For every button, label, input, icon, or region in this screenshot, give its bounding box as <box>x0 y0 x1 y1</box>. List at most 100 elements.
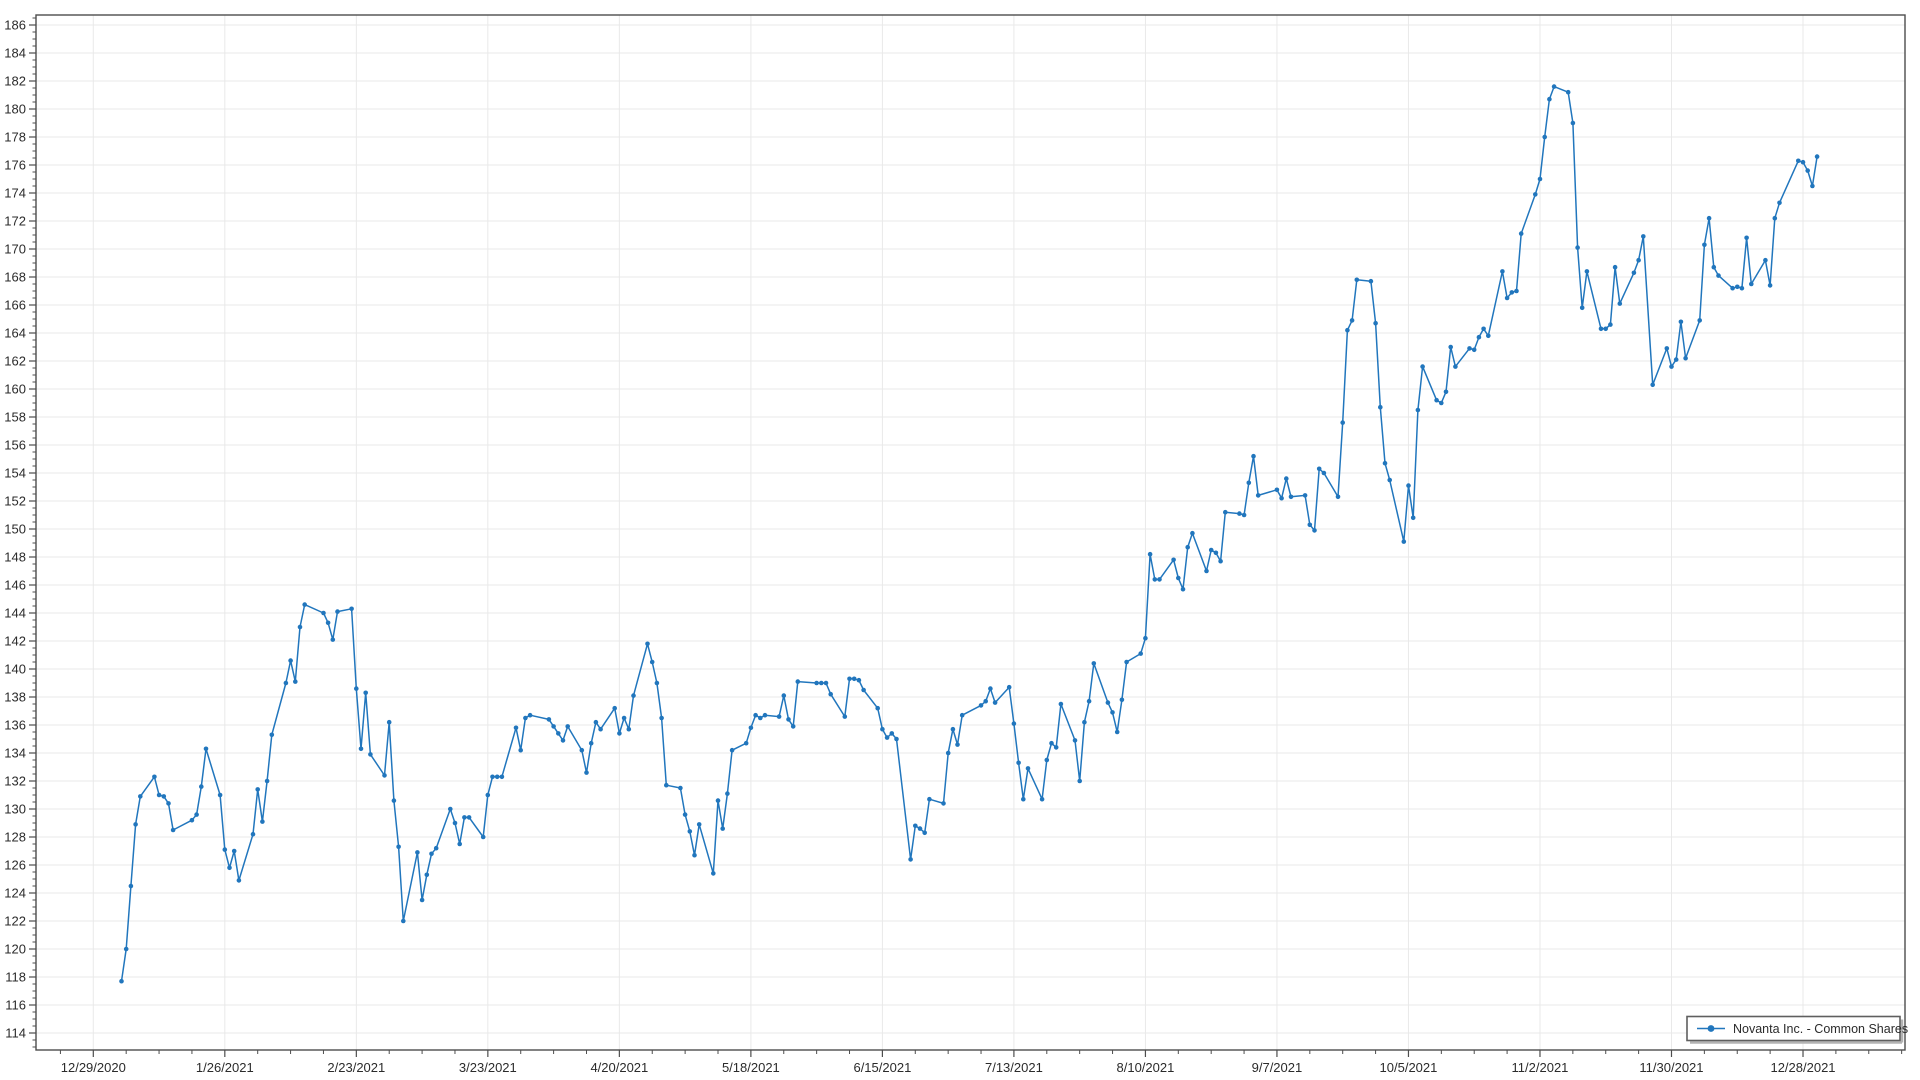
data-point-marker <box>194 812 199 817</box>
data-point-marker <box>791 724 796 729</box>
data-point-marker <box>551 724 556 729</box>
x-tick-label: 6/15/2021 <box>853 1060 911 1075</box>
data-point-marker <box>598 727 603 732</box>
data-point-marker <box>960 713 965 718</box>
data-point-marker <box>359 747 364 752</box>
legend[interactable]: Novanta Inc. - Common Shares <box>1687 1017 1908 1043</box>
data-point-marker <box>1566 90 1571 95</box>
data-point-marker <box>1073 738 1078 743</box>
data-point-marker <box>612 706 617 711</box>
data-point-marker <box>946 751 951 756</box>
data-point-marker <box>1223 510 1228 515</box>
data-point-marker <box>218 793 223 798</box>
y-tick-label: 182 <box>4 74 26 89</box>
data-point-marker <box>1477 335 1482 340</box>
data-point-marker <box>232 849 237 854</box>
data-point-marker <box>561 738 566 743</box>
data-point-marker <box>133 822 138 827</box>
data-point-marker <box>1571 121 1576 126</box>
data-point-marker <box>786 717 791 722</box>
y-tick-label: 184 <box>4 46 26 61</box>
data-point-marker <box>1411 516 1416 521</box>
data-point-marker <box>697 822 702 827</box>
data-point-marker <box>1247 481 1252 486</box>
data-point-marker <box>1387 478 1392 483</box>
data-point-marker <box>988 686 993 691</box>
data-point-marker <box>875 706 880 711</box>
data-point-marker <box>1618 301 1623 306</box>
data-point-marker <box>1599 327 1604 332</box>
data-point-marker <box>547 717 552 722</box>
data-point-marker <box>1322 471 1327 476</box>
data-point-marker <box>260 819 265 824</box>
y-tick-label: 120 <box>4 942 26 957</box>
y-tick-label: 140 <box>4 662 26 677</box>
y-tick-label: 132 <box>4 774 26 789</box>
data-point-marker <box>162 794 167 799</box>
data-point-marker <box>1740 286 1745 291</box>
data-point-marker <box>861 688 866 693</box>
data-point-marker <box>622 716 627 721</box>
data-point-marker <box>1237 511 1242 516</box>
data-point-marker <box>1453 364 1458 369</box>
data-point-marker <box>796 679 801 684</box>
data-point-marker <box>688 829 693 834</box>
y-tick-label: 122 <box>4 914 26 929</box>
data-point-marker <box>1636 258 1641 263</box>
data-point-marker <box>1378 405 1383 410</box>
data-point-marker <box>580 748 585 753</box>
data-point-marker <box>171 828 176 833</box>
data-point-marker <box>824 681 829 686</box>
data-point-marker <box>514 726 519 731</box>
data-point-marker <box>1171 558 1176 563</box>
y-tick-label: 144 <box>4 606 26 621</box>
x-tick-label: 5/18/2021 <box>722 1060 780 1075</box>
data-point-marker <box>720 826 725 831</box>
data-point-marker <box>1542 135 1547 140</box>
y-tick-label: 124 <box>4 886 26 901</box>
data-point-marker <box>1021 797 1026 802</box>
data-point-marker <box>1641 234 1646 239</box>
data-point-marker <box>1181 587 1186 592</box>
data-point-marker <box>890 731 895 736</box>
data-point-marker <box>486 793 491 798</box>
data-point-marker <box>490 775 495 780</box>
data-point-marker <box>1312 528 1317 533</box>
data-point-marker <box>1256 493 1261 498</box>
data-point-marker <box>302 602 307 607</box>
y-tick-label: 180 <box>4 102 26 117</box>
data-point-marker <box>1538 177 1543 182</box>
data-point-marker <box>983 699 988 704</box>
data-point-marker <box>1092 661 1097 666</box>
y-tick-label: 172 <box>4 214 26 229</box>
data-point-marker <box>941 801 946 806</box>
data-point-marker <box>434 846 439 851</box>
axes: 1141161181201221241261281301321341361381… <box>4 15 1905 1075</box>
data-point-marker <box>645 642 650 647</box>
data-point-marker <box>462 815 467 820</box>
data-point-marker <box>753 713 758 718</box>
data-point-marker <box>1336 495 1341 500</box>
data-point-marker <box>326 621 331 626</box>
data-point-marker <box>166 801 171 806</box>
data-point-marker <box>1402 539 1407 544</box>
data-point-marker <box>1815 154 1820 159</box>
data-point-marker <box>237 878 242 883</box>
y-tick-label: 174 <box>4 186 26 201</box>
data-point-marker <box>1059 702 1064 707</box>
data-point-marker <box>1345 328 1350 333</box>
data-point-marker <box>1284 476 1289 481</box>
data-point-marker <box>678 786 683 791</box>
data-point-marker <box>1279 496 1284 501</box>
data-point-marker <box>1735 285 1740 290</box>
y-tick-label: 134 <box>4 746 26 761</box>
data-point-marker <box>927 797 932 802</box>
data-point-marker <box>1355 278 1360 283</box>
data-point-marker <box>1773 216 1778 221</box>
chart-window: 1141161181201221241261281301321341361381… <box>0 0 1920 1080</box>
data-point-marker <box>1176 576 1181 581</box>
data-point-marker <box>1669 364 1674 369</box>
data-point-marker <box>1120 698 1125 703</box>
data-point-marker <box>495 775 500 780</box>
data-point-marker <box>368 752 373 757</box>
